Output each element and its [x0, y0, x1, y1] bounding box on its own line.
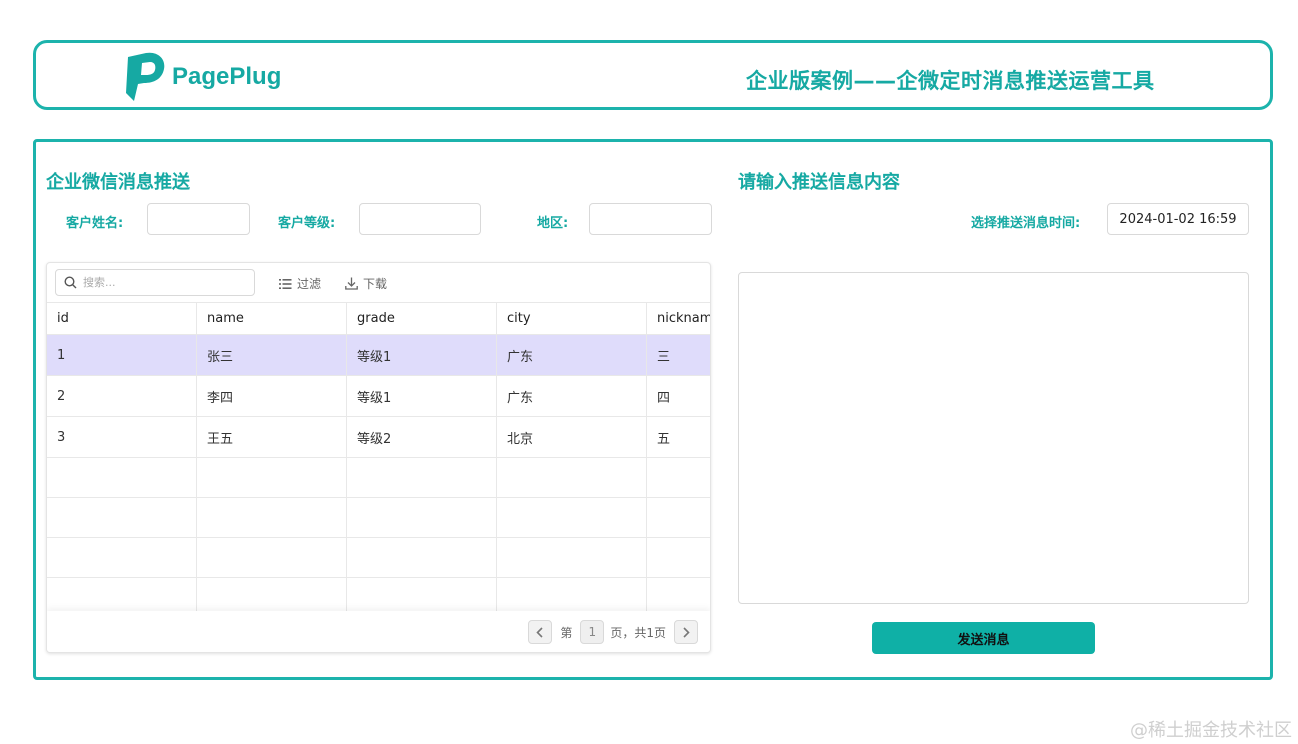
- empty-cell: [47, 498, 197, 537]
- cell-name: 张三: [197, 335, 347, 375]
- cell-name: 李四: [197, 376, 347, 416]
- download-button[interactable]: 下载: [345, 275, 387, 292]
- cell-grade: 等级1: [347, 335, 497, 375]
- empty-cell: [347, 538, 497, 577]
- empty-cell: [647, 458, 710, 497]
- table-search-box[interactable]: [55, 269, 255, 296]
- column-header-grade: grade: [347, 303, 497, 334]
- filter-label: 过滤: [297, 277, 322, 291]
- chevron-right-icon: [683, 626, 690, 638]
- table-row-empty[interactable]: [47, 538, 710, 578]
- send-message-button[interactable]: 发送消息: [872, 622, 1095, 654]
- download-label: 下载: [363, 277, 388, 291]
- cell-name: 王五: [197, 417, 347, 457]
- logo-text: PagePlug: [172, 63, 282, 90]
- table-search-input[interactable]: [83, 276, 243, 289]
- filter-label-name: 客户姓名:: [66, 216, 124, 231]
- column-header-nickname: nicknam: [647, 303, 710, 334]
- empty-cell: [47, 458, 197, 497]
- logo[interactable]: PagePlug: [122, 51, 281, 103]
- cell-id: 1: [47, 335, 197, 375]
- filter-label-region: 地区:: [537, 216, 569, 231]
- cell-grade: 等级2: [347, 417, 497, 457]
- table-toolbar: 过滤 下载: [47, 263, 710, 303]
- download-icon: [345, 277, 358, 290]
- section-title-push: 企业微信消息推送: [46, 172, 190, 193]
- customer-table: 过滤 下载 idnamegradecitynicknam1张三等级1广东三2李四…: [46, 262, 711, 653]
- filter-label-grade: 客户等级:: [278, 216, 336, 231]
- search-icon: [64, 276, 77, 289]
- cell-nickname: 四: [647, 376, 710, 416]
- empty-cell: [647, 498, 710, 537]
- push-time-label: 选择推送消息时间:: [971, 216, 1081, 231]
- cell-id: 3: [47, 417, 197, 457]
- empty-cell: [497, 498, 647, 537]
- message-content-input[interactable]: [738, 272, 1249, 604]
- empty-cell: [497, 538, 647, 577]
- next-page-button[interactable]: [674, 620, 698, 644]
- empty-cell: [647, 538, 710, 577]
- cell-nickname: 三: [647, 335, 710, 375]
- customer-grade-input[interactable]: [359, 203, 481, 235]
- column-header-id: id: [47, 303, 197, 334]
- empty-cell: [197, 498, 347, 537]
- cell-city: 广东: [497, 335, 647, 375]
- table-row-empty[interactable]: [47, 498, 710, 538]
- table-pagination: 第 1 页，共1页: [47, 611, 710, 652]
- table-row[interactable]: 1 张三 等级1 广东三: [47, 335, 710, 376]
- main-panel: 企业微信消息推送 客户姓名: 客户等级: 地区: 过滤: [33, 139, 1273, 680]
- header-bar: PagePlug 企业版案例——企微定时消息推送运营工具: [33, 40, 1273, 110]
- empty-cell: [197, 458, 347, 497]
- push-time-picker[interactable]: [1107, 203, 1249, 235]
- cell-grade: 等级1: [347, 376, 497, 416]
- prev-page-button[interactable]: [528, 620, 553, 644]
- table-row-empty[interactable]: [47, 458, 710, 498]
- pager: 第 1 页，共1页: [528, 620, 698, 644]
- table-row[interactable]: 2 李四 等级1 广东四: [47, 376, 710, 417]
- table-row[interactable]: 3 王五 等级2 北京五: [47, 417, 710, 458]
- empty-cell: [347, 498, 497, 537]
- chevron-left-icon: [536, 626, 543, 638]
- page-suffix: 页，共1页: [610, 625, 666, 640]
- region-input[interactable]: [589, 203, 712, 235]
- pageplug-logo-icon: [126, 52, 165, 101]
- column-header-city: city: [497, 303, 647, 334]
- cell-nickname: 五: [647, 417, 710, 457]
- empty-cell: [497, 458, 647, 497]
- cell-id: 2: [47, 376, 197, 416]
- filter-icon: [279, 278, 292, 289]
- empty-cell: [197, 538, 347, 577]
- customer-name-input[interactable]: [147, 203, 250, 235]
- page-number[interactable]: 1: [580, 620, 605, 644]
- page-prefix: 第: [560, 625, 573, 640]
- empty-cell: [347, 458, 497, 497]
- page-title: 企业版案例——企微定时消息推送运营工具: [746, 69, 1155, 93]
- column-header-name: name: [197, 303, 347, 334]
- watermark: @稀土掘金技术社区: [1130, 720, 1292, 741]
- cell-city: 广东: [497, 376, 647, 416]
- cell-city: 北京: [497, 417, 647, 457]
- table-header-row[interactable]: id name grade city nicknam: [47, 303, 710, 335]
- filter-button[interactable]: 过滤: [279, 275, 321, 292]
- section-title-content: 请输入推送信息内容: [738, 172, 900, 193]
- empty-cell: [47, 538, 197, 577]
